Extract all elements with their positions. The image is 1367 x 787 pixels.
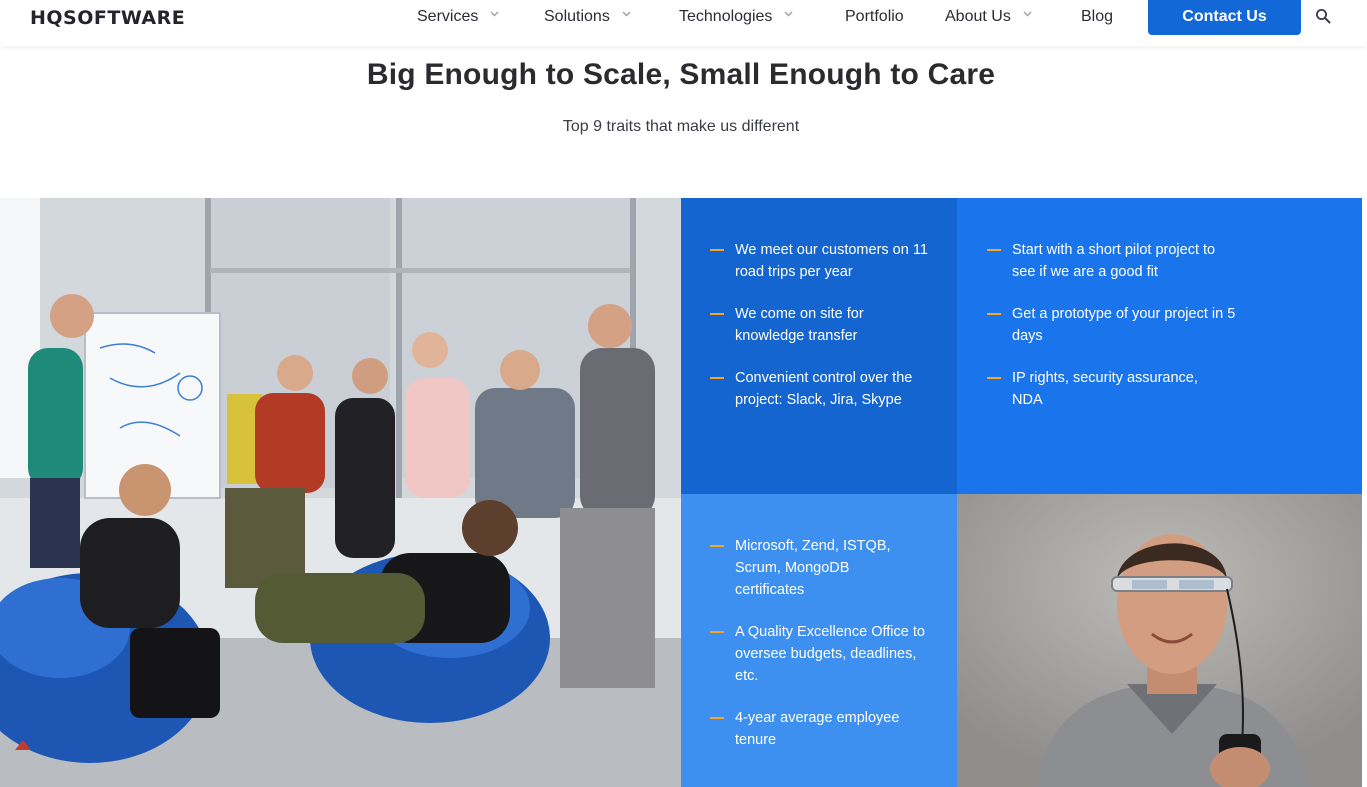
dash-icon: [710, 631, 724, 633]
nav-about-us-label: About Us: [945, 8, 1011, 25]
trait-item: IP rights, security assurance, NDA: [987, 367, 1237, 411]
nav-about-us[interactable]: About Us: [945, 0, 1032, 34]
section-subtitle: Top 9 traits that make us different: [562, 118, 800, 135]
logo[interactable]: HQSOFTWARE: [30, 7, 185, 29]
traits-list: We meet our customers on 11 road trips p…: [710, 239, 935, 431]
trait-item: Microsoft, Zend, ISTQB, Scrum, MongoDB c…: [710, 535, 930, 601]
search-icon[interactable]: [1315, 8, 1331, 24]
trait-item: A Quality Excellence Office to oversee b…: [710, 621, 930, 687]
trait-item: Get a prototype of your project in 5 day…: [987, 303, 1237, 347]
chevron-down-icon: [622, 11, 631, 17]
trait-text: We meet our customers on 11 road trips p…: [735, 242, 928, 280]
trait-text: We come on site for knowledge transfer: [735, 306, 864, 344]
nav-solutions[interactable]: Solutions: [544, 0, 631, 34]
trait-item: Convenient control over the project: Sla…: [710, 367, 935, 411]
nav-services[interactable]: Services: [417, 0, 499, 34]
chevron-down-icon: [490, 11, 499, 17]
nav-portfolio-label: Portfolio: [845, 8, 904, 25]
traits-list: Microsoft, Zend, ISTQB, Scrum, MongoDB c…: [710, 535, 930, 771]
section-title: Big Enough to Scale, Small Enough to Car…: [366, 58, 996, 91]
dash-icon: [710, 545, 724, 547]
nav-solutions-label: Solutions: [544, 8, 610, 25]
dash-icon: [710, 313, 724, 315]
nav-technologies[interactable]: Technologies: [679, 0, 793, 34]
traits-panel-3: Microsoft, Zend, ISTQB, Scrum, MongoDB c…: [681, 494, 957, 787]
trait-text: Microsoft, Zend, ISTQB, Scrum, MongoDB c…: [735, 538, 891, 598]
dash-icon: [987, 377, 1001, 379]
dash-icon: [710, 717, 724, 719]
trait-item: We come on site for knowledge transfer: [710, 303, 935, 347]
nav-portfolio[interactable]: Portfolio: [845, 0, 904, 34]
nav-blog[interactable]: Blog: [1081, 0, 1113, 34]
dash-icon: [987, 249, 1001, 251]
trait-item: Start with a short pilot project to see …: [987, 239, 1237, 283]
traits-panel-1: We meet our customers on 11 road trips p…: [681, 198, 957, 494]
trait-text: Start with a short pilot project to see …: [1012, 242, 1216, 280]
engineer-photo: [957, 494, 1362, 787]
nav-services-label: Services: [417, 8, 479, 25]
trait-item: We meet our customers on 11 road trips p…: [710, 239, 935, 283]
trait-text: Get a prototype of your project in 5 day…: [1012, 306, 1236, 344]
chevron-down-icon: [784, 11, 793, 17]
trait-text: 4-year average employee tenure: [735, 710, 900, 748]
team-photo: [0, 198, 681, 787]
dash-icon: [987, 313, 1001, 315]
trait-text: Convenient control over the project: Sla…: [735, 370, 913, 408]
contact-us-button[interactable]: Contact Us: [1148, 0, 1301, 35]
traits-list: Start with a short pilot project to see …: [987, 239, 1237, 431]
dash-icon: [710, 249, 724, 251]
nav-technologies-label: Technologies: [679, 8, 773, 25]
site-header: HQSOFTWARE Services Solutions Technologi…: [0, 0, 1367, 46]
trait-text: A Quality Excellence Office to oversee b…: [735, 624, 925, 684]
trait-text: IP rights, security assurance, NDA: [1012, 370, 1198, 408]
trait-item: 4-year average employee tenure: [710, 707, 930, 751]
traits-panel-2: Start with a short pilot project to see …: [957, 198, 1362, 494]
nav-blog-label: Blog: [1081, 8, 1114, 25]
chevron-down-icon: [1023, 11, 1032, 17]
dash-icon: [710, 377, 724, 379]
